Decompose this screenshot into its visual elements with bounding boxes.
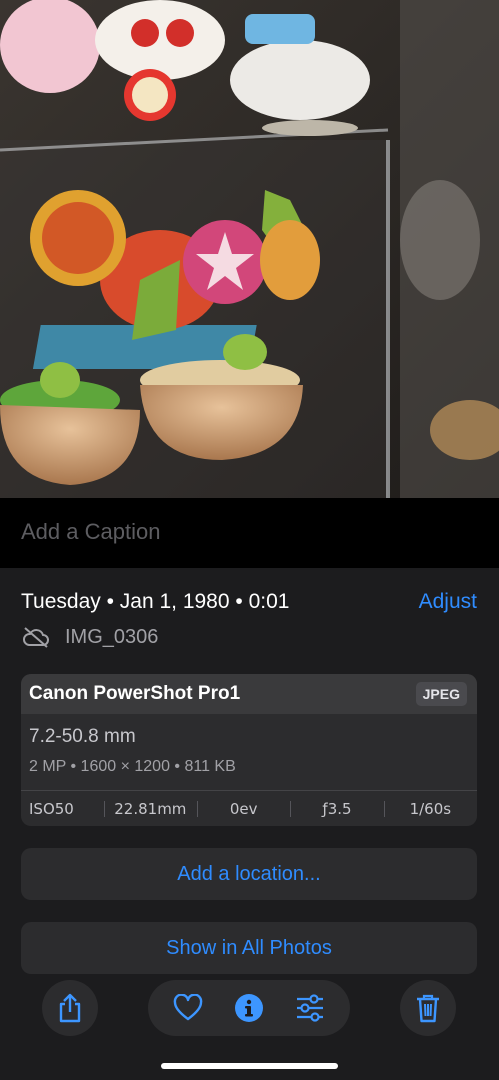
photo-filename: IMG_0306 (65, 625, 159, 648)
caption-input[interactable]: Add a Caption (21, 519, 160, 545)
photo-view[interactable] (0, 0, 499, 498)
add-location-button[interactable]: Add a location... (21, 848, 477, 900)
lens-info: 7.2-50.8 mm (29, 726, 136, 747)
filename-row: IMG_0306 (21, 624, 158, 650)
camera-model: Canon PowerShot Pro1 (29, 683, 241, 704)
info-icon (234, 994, 263, 1022)
format-badge: JPEG (415, 682, 467, 706)
camera-card-header: Canon PowerShot Pro1 JPEG (21, 674, 477, 714)
show-in-all-photos-button[interactable]: Show in All Photos (21, 922, 477, 974)
photo-date: Tuesday • Jan 1, 1980 • 0:01 (21, 590, 290, 613)
image-specs: 2 MP • 1600 × 1200 • 811 KB (29, 758, 236, 775)
exif-iso: ISO50 (29, 800, 74, 818)
home-indicator[interactable] (161, 1063, 338, 1069)
adjust-sliders-icon (296, 994, 323, 1022)
exif-shutter: 1/60s (383, 791, 477, 826)
photo-image (0, 0, 499, 498)
exif-exposure: 0ev (197, 791, 290, 826)
exif-row: ISO50 22.81mm 0ev ƒ3.5 1/60s (21, 790, 477, 826)
favorite-button[interactable] (168, 988, 208, 1028)
caption-bar[interactable]: Add a Caption (0, 498, 499, 568)
heart-icon (174, 994, 203, 1021)
share-icon (59, 993, 81, 1023)
exif-focal-length: 22.81mm (103, 791, 197, 826)
edit-button[interactable] (290, 988, 330, 1028)
info-panel: Tuesday • Jan 1, 1980 • 0:01 Adjust IMG_… (0, 568, 499, 1080)
share-button[interactable] (42, 980, 98, 1036)
delete-button[interactable] (400, 980, 456, 1036)
cloud-off-icon (23, 627, 49, 648)
toolbar-pill (148, 980, 350, 1036)
camera-info-card: Canon PowerShot Pro1 JPEG 7.2-50.8 mm 2 … (21, 674, 477, 826)
adjust-date-button[interactable]: Adjust (419, 590, 477, 614)
info-button[interactable] (229, 988, 269, 1028)
exif-aperture: ƒ3.5 (290, 791, 383, 826)
trash-icon (417, 994, 439, 1023)
